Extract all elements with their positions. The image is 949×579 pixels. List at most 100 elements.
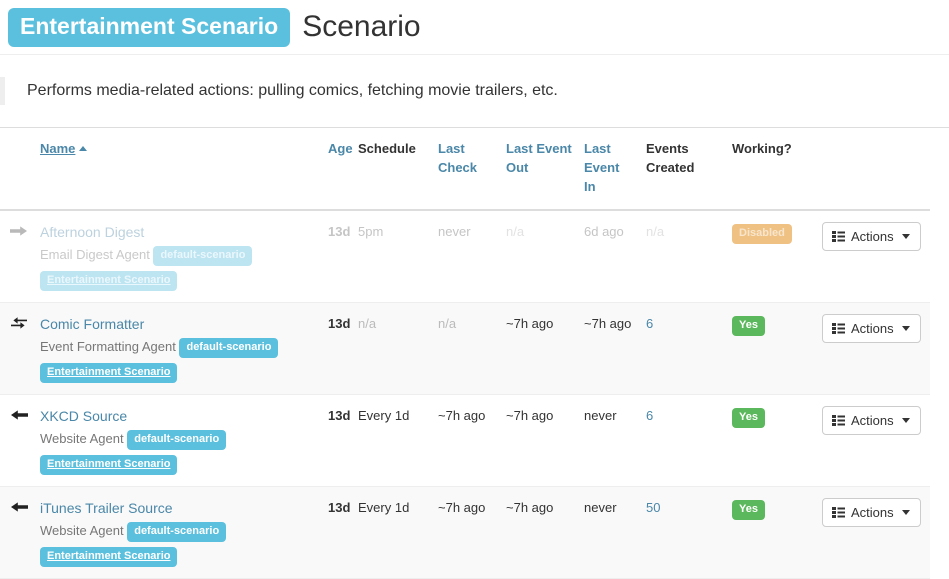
- table-row: iTunes Trailer Source Website Agent defau…: [0, 486, 930, 579]
- agent-age-cell: 13d: [322, 394, 352, 487]
- agent-last-check-cell-value: ~7h ago: [438, 407, 486, 423]
- agent-actions-cell: Actions: [816, 486, 930, 579]
- table-header-row: Name Age Schedule Last Check Last Event …: [0, 128, 930, 211]
- agent-schedule-cell-value: Every 1d: [358, 499, 410, 515]
- scenario-badge: Entertainment Scenario: [8, 7, 291, 47]
- agent-last-event-in-cell: 6d ago: [578, 209, 640, 303]
- agent-name-cell: Afternoon Digest Email Digest Agent defau…: [34, 209, 322, 303]
- arrow-right-icon: [10, 224, 28, 238]
- agent-age-cell: 13d: [322, 209, 352, 303]
- list-icon: [832, 414, 845, 426]
- agent-last-check-cell: ~7h ago: [432, 394, 500, 487]
- agent-schedule-cell-value: Every 1d: [358, 407, 410, 423]
- agents-table-body: Afternoon Digest Email Digest Agent defau…: [0, 209, 930, 579]
- actions-button-label: Actions: [851, 320, 894, 336]
- chevron-down-icon: [901, 417, 910, 423]
- agent-name-link[interactable]: Comic Formatter: [40, 314, 144, 335]
- agent-last-check-cell-value: ~7h ago: [438, 499, 486, 515]
- agent-last-event-in-cell: never: [578, 486, 640, 579]
- actions-dropdown-button[interactable]: Actions: [822, 497, 921, 527]
- events-created-value: n/a: [646, 223, 665, 239]
- agent-events-created-cell: 6: [640, 394, 726, 487]
- agent-last-event-in-cell-value: 6d ago: [584, 223, 624, 239]
- header-working: Working?: [726, 128, 816, 211]
- agents-table-wrapper: Name Age Schedule Last Check Last Event …: [0, 127, 949, 579]
- agent-name-link[interactable]: XKCD Source: [40, 406, 127, 427]
- list-icon: [832, 322, 845, 334]
- agent-schedule-cell: Every 1d: [352, 486, 432, 579]
- agent-name-cell: XKCD Source Website Agent default-scenari…: [34, 394, 322, 487]
- agent-last-check-cell-value: n/a: [438, 315, 457, 331]
- chevron-down-icon: [901, 325, 910, 331]
- arrows-exchange-icon: [10, 316, 28, 330]
- agent-default-scenario-badge: default-scenario: [127, 521, 227, 542]
- actions-button-label: Actions: [851, 228, 894, 244]
- agent-schedule-cell-value: n/a: [358, 315, 377, 331]
- events-created-link[interactable]: 50: [646, 500, 660, 515]
- agent-type-label: Event Formatting Agent: [40, 338, 180, 354]
- page-title: Scenario: [302, 10, 421, 43]
- table-row: XKCD Source Website Agent default-scenari…: [0, 394, 930, 487]
- header-age: Age: [322, 128, 353, 211]
- agent-default-scenario-badge: default-scenario: [179, 337, 279, 358]
- actions-dropdown-button[interactable]: Actions: [822, 405, 921, 435]
- agent-type-line: Email Digest Agent default-scenario: [40, 245, 316, 266]
- row-direction-icon-cell: [0, 209, 34, 303]
- table-row: Afternoon Digest Email Digest Agent defau…: [0, 209, 930, 303]
- agent-last-event-out-cell: ~7h ago: [500, 394, 578, 487]
- agent-last-event-in-cell-value: never: [584, 499, 617, 515]
- agent-events-created-cell: 6: [640, 302, 726, 395]
- list-icon: [832, 230, 845, 242]
- status-badge: Yes: [732, 407, 765, 428]
- agent-last-check-cell: never: [432, 209, 500, 303]
- header-icon: [0, 128, 34, 211]
- agent-age-cell-value: 13d: [328, 499, 351, 515]
- agent-age-cell-value: 13d: [328, 223, 351, 239]
- agent-default-scenario-badge: default-scenario: [127, 429, 227, 450]
- list-icon: [832, 506, 845, 518]
- agent-type-line: Website Agent default-scenario: [40, 521, 316, 542]
- agent-actions-cell: Actions: [816, 302, 930, 395]
- arrow-left-icon: [10, 500, 28, 514]
- agent-name-link[interactable]: Afternoon Digest: [40, 222, 144, 243]
- description-section: Performs media-related actions: pulling …: [0, 55, 949, 127]
- agent-scenario-tag[interactable]: Entertainment Scenario: [40, 362, 178, 383]
- agent-scenario-tag[interactable]: Entertainment Scenario: [40, 546, 178, 567]
- events-created-link[interactable]: 6: [646, 408, 653, 423]
- agent-name-cell: iTunes Trailer Source Website Agent defau…: [34, 486, 322, 579]
- sort-link-last-event-in[interactable]: Last Event In: [584, 141, 619, 194]
- agent-working-cell: Yes: [726, 394, 816, 487]
- agent-age-cell: 13d: [322, 486, 352, 579]
- agent-default-scenario-badge: default-scenario: [153, 245, 253, 266]
- table-row: Comic Formatter Event Formatting Agent de…: [0, 302, 930, 395]
- sort-link-last-event-out[interactable]: Last Event Out: [506, 141, 572, 175]
- agent-last-event-out-cell: n/a: [500, 209, 578, 303]
- agent-scenario-tag[interactable]: Entertainment Scenario: [40, 454, 178, 475]
- agent-events-created-cell: n/a: [640, 209, 726, 303]
- scenario-description: Performs media-related actions: pulling …: [0, 77, 949, 105]
- agent-last-event-out-cell-value: ~7h ago: [506, 315, 554, 331]
- agent-schedule-cell: Every 1d: [352, 394, 432, 487]
- sort-link-age[interactable]: Age: [328, 141, 353, 156]
- sort-link-last-check[interactable]: Last Check: [438, 141, 477, 175]
- agent-scenario-tag[interactable]: Entertainment Scenario: [40, 270, 178, 291]
- agent-actions-cell: Actions: [816, 209, 930, 303]
- actions-dropdown-button[interactable]: Actions: [822, 313, 921, 343]
- row-direction-icon-cell: [0, 486, 34, 579]
- agent-last-event-in-cell: ~7h ago: [578, 302, 640, 395]
- header-last-event-in: Last Event In: [578, 128, 640, 211]
- agent-schedule-cell: n/a: [352, 302, 432, 395]
- agent-name-link[interactable]: iTunes Trailer Source: [40, 498, 173, 519]
- agent-last-event-out-cell-value: n/a: [506, 223, 525, 239]
- agent-name-cell: Comic Formatter Event Formatting Agent de…: [34, 302, 322, 395]
- agent-last-check-cell-value: never: [438, 223, 471, 239]
- sort-link-name[interactable]: Name: [40, 141, 75, 156]
- actions-button-label: Actions: [851, 504, 894, 520]
- row-direction-icon-cell: [0, 302, 34, 395]
- events-created-link[interactable]: 6: [646, 316, 653, 331]
- agent-type-line: Event Formatting Agent default-scenario: [40, 337, 316, 358]
- header-events-created: Events Created: [640, 128, 726, 211]
- agent-last-event-in-cell-value: never: [584, 407, 617, 423]
- actions-dropdown-button[interactable]: Actions: [822, 221, 921, 251]
- agent-last-event-out-cell-value: ~7h ago: [506, 499, 554, 515]
